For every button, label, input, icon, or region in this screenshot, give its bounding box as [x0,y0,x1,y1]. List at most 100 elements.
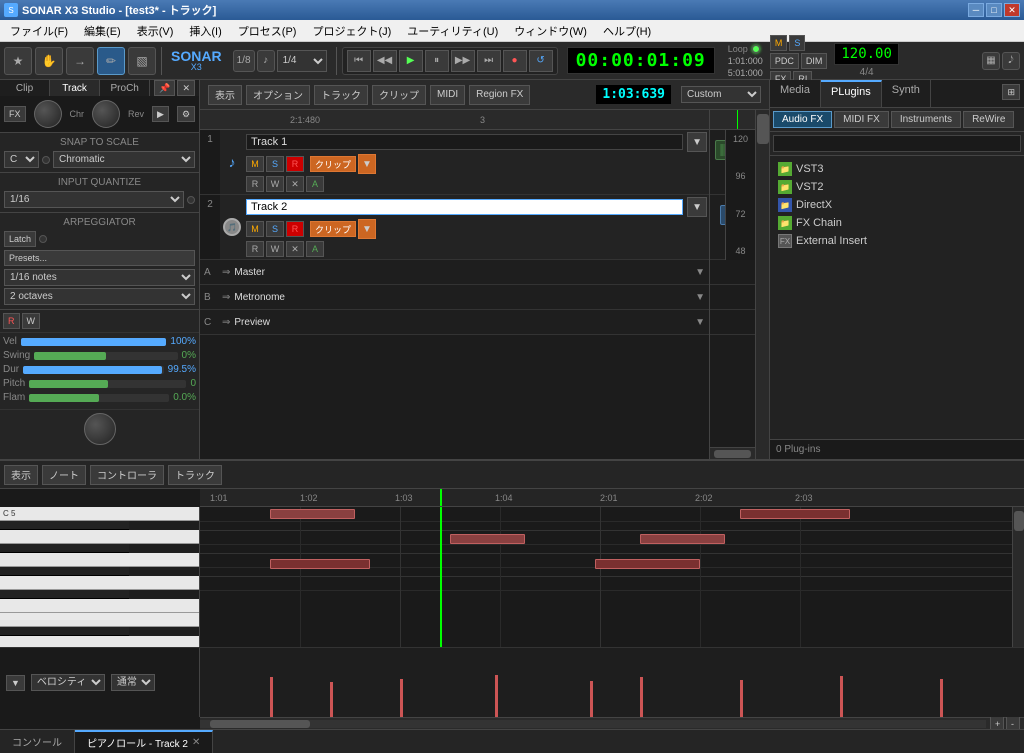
mix-knob[interactable] [84,413,116,445]
track1-a-btn[interactable]: A [306,176,324,192]
h-scrollbar[interactable] [710,447,755,459]
note-bar-4[interactable] [640,534,725,544]
loop-button[interactable]: ↺ [529,50,553,72]
tab-audiofx[interactable]: Audio FX [773,111,832,128]
forward-button[interactable]: ▶▶ [451,50,475,72]
track2-rw-btn[interactable]: R [246,241,264,257]
back-button[interactable]: ◀◀ [373,50,397,72]
note-bar-6[interactable] [595,559,700,569]
tree-item-vst3[interactable]: 📁 VST3 [774,160,1020,178]
menu-utility[interactable]: ユーティリティ(U) [401,21,504,41]
menu-edit[interactable]: 編集(E) [78,21,127,41]
track2-dropdown[interactable]: ▼ [687,197,707,217]
bus-c-name[interactable]: Preview [234,317,270,328]
r-button-left[interactable]: R [3,313,20,329]
tree-item-extinsert[interactable]: FX External Insert [774,232,1020,250]
menu-view[interactable]: 表示(V) [131,21,180,41]
pr-note-dropdown[interactable]: ノート [42,465,86,485]
tool-erase[interactable]: ▧ [128,47,156,75]
dim-button[interactable]: DIM [801,53,828,69]
menu-help[interactable]: ヘルプ(H) [597,21,657,41]
track1-x-btn[interactable]: ✕ [286,176,304,192]
panel-close[interactable]: ✕ [177,80,195,96]
track2-clip-dd[interactable]: ▼ [358,219,376,239]
key-d4[interactable] [0,636,199,647]
close-button[interactable]: ✕ [1004,3,1020,17]
latch-button[interactable]: Latch [4,231,36,247]
play-button[interactable]: ▶ [399,50,423,72]
pr-h-scrollbar[interactable]: + - [200,717,1024,729]
tree-item-dx[interactable]: 📁 DirectX [774,196,1020,214]
tool-select[interactable]: ✋ [35,47,63,75]
track2-x-btn[interactable]: ✕ [286,241,304,257]
key-b4-black[interactable] [0,521,129,530]
pr-view-dropdown[interactable]: 表示 [4,465,38,485]
pdc-button[interactable]: PDC [770,53,799,69]
plugin-search-input[interactable] [773,135,1021,152]
h-scrollbar-thumb[interactable] [714,450,751,458]
menu-window[interactable]: ウィンドウ(W) [508,21,593,41]
scale-root-select[interactable]: C [4,151,39,168]
pianoroll-tab-close[interactable]: ✕ [192,737,200,748]
tab-instruments[interactable]: Instruments [891,111,961,128]
menu-process[interactable]: プロセス(P) [232,21,303,41]
record-button[interactable]: ● [503,50,527,72]
track2-clip-btn[interactable]: クリップ [310,221,356,237]
v-scrollbar-thumb[interactable] [757,114,769,144]
tab-track[interactable]: Track [50,80,100,96]
pr-controller-dropdown[interactable]: コントローラ [90,465,164,485]
tree-item-fxchain[interactable]: 📁 FX Chain [774,214,1020,232]
rev-knob[interactable] [92,100,120,128]
arp-notes-select[interactable]: 1/16 notes [4,269,195,286]
pr-scrollbar-track[interactable] [200,720,986,728]
iq-value-select[interactable]: 1/16 [4,191,184,208]
track2-name-input[interactable] [246,199,683,215]
pause-button[interactable]: ⏸ [425,50,449,72]
tab-media[interactable]: Media [770,80,821,107]
scale-type-select[interactable]: Chromatic [53,151,195,168]
pr-h-scrollbar-thumb[interactable] [210,720,310,728]
key-g4[interactable] [0,576,199,590]
key-a4[interactable] [0,553,199,567]
rewind-button[interactable]: ⏮ [347,50,371,72]
track2-m-btn[interactable]: M [246,221,264,237]
v-scrollbar-track[interactable] [755,110,769,459]
tab-clip[interactable]: Clip [0,80,50,96]
tab-console[interactable]: コンソール [0,730,75,753]
midi-dropdown[interactable]: MIDI [430,85,465,105]
track1-m-btn[interactable]: M [246,156,264,172]
menu-project[interactable]: プロジェクト(J) [306,21,397,41]
tab-plugins[interactable]: PLugins [821,80,882,107]
velocity-type-select[interactable]: ベロシティ [31,674,105,691]
s-button[interactable]: S [789,35,805,51]
fx-settings[interactable]: ⚙ [177,106,195,122]
menu-insert[interactable]: 挿入(I) [183,21,227,41]
tab-synth[interactable]: Synth [882,80,931,107]
key-bb4-black[interactable] [0,544,129,553]
snap-toggle[interactable]: 1/8 [233,50,255,72]
track2-r-btn[interactable]: R [286,221,304,237]
key-b4[interactable] [0,530,199,544]
track1-clip-btn[interactable]: クリップ [310,156,356,172]
titlebar-controls[interactable]: ─ □ ✕ [968,3,1020,17]
tool-draw[interactable]: ✏ [97,47,125,75]
chr-knob[interactable] [34,100,62,128]
track1-r-btn[interactable]: R [286,156,304,172]
note-bar-1[interactable] [270,509,355,519]
w-button-left[interactable]: W [22,313,41,329]
key-ab4-black[interactable] [0,567,129,576]
track1-name[interactable]: Track 1 [246,134,683,150]
snap-note[interactable]: ♪ [257,50,275,72]
track2-w-btn[interactable]: W [266,241,284,257]
track1-rw-btn[interactable]: R [246,176,264,192]
presets-button[interactable]: Presets... [4,250,195,266]
velocity-mode-select[interactable]: 通常 [111,674,155,691]
pr-v-scrollbar-thumb[interactable] [1014,511,1024,531]
note-bar-2[interactable] [740,509,850,519]
options-dropdown[interactable]: オプション [246,85,310,105]
tree-item-vst2[interactable]: 📁 VST2 [774,178,1020,196]
tab-proch[interactable]: ProCh [100,80,150,96]
m-button[interactable]: M [770,35,788,51]
tool-star[interactable]: ★ [4,47,32,75]
key-c5[interactable]: C 5 [0,507,199,521]
